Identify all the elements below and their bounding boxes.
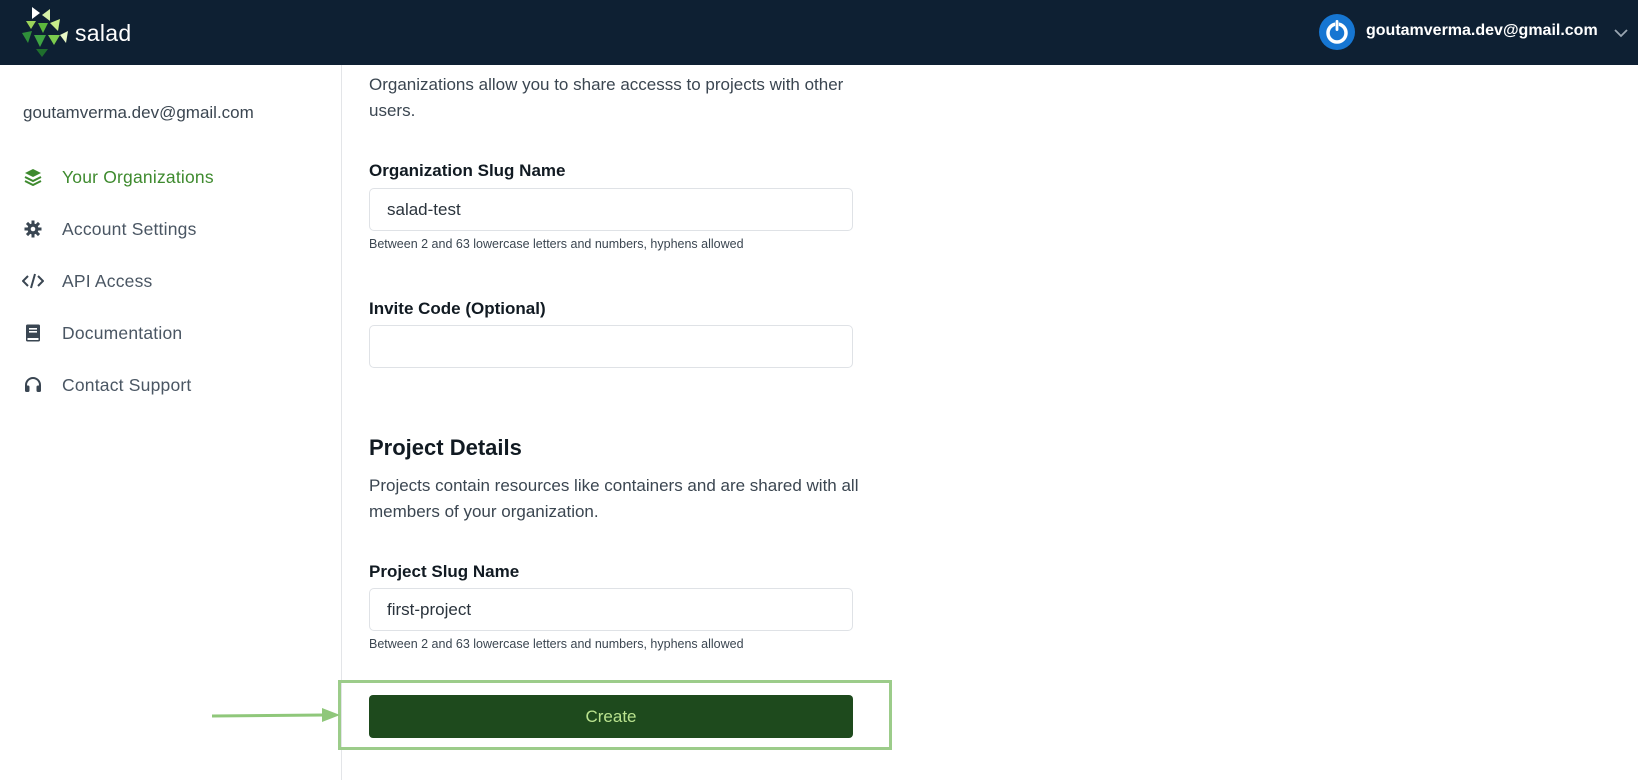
project-details-title: Project Details [369,435,522,460]
create-button[interactable]: Create [369,695,853,738]
layers-icon [22,166,44,188]
sidebar-item-label: API Access [62,270,153,291]
sidebar-item-label: Documentation [62,322,183,343]
project-slug-label: Project Slug Name [369,562,520,581]
book-icon [22,322,44,344]
chevron-down-icon[interactable] [1612,24,1630,42]
sidebar-item-account-settings[interactable]: Account Settings [22,215,322,243]
sidebar-item-label: Contact Support [62,374,192,395]
invite-code-input[interactable] [369,325,853,368]
organization-slug-input[interactable] [369,188,853,231]
sidebar-item-documentation[interactable]: Documentation [22,319,322,347]
project-slug-hint: Between 2 and 63 lowercase letters and n… [369,637,744,651]
sidebar-item-label: Account Settings [62,218,197,239]
salad-logo-icon[interactable] [22,5,68,57]
headset-icon [22,374,44,396]
organization-slug-label: Organization Slug Name [369,161,566,180]
pointer-arrow-icon [212,708,340,722]
user-email[interactable]: goutamverma.dev@gmail.com [1366,22,1598,40]
project-description: Projects contain resources like containe… [369,476,859,521]
organization-description: Organizations allow you to share accesss… [369,75,844,120]
sidebar-item-your-organizations[interactable]: Your Organizations [22,163,322,191]
code-icon [22,270,44,292]
invite-code-label: Invite Code (Optional) [369,299,546,318]
gear-icon [22,218,44,240]
top-bar: salad goutamverma.dev@gmail.com [0,0,1638,65]
sidebar-item-api-access[interactable]: API Access [22,267,322,295]
sidebar-item-label: Your Organizations [62,166,214,187]
sidebar-account-email: goutamverma.dev@gmail.com [23,103,254,122]
organization-slug-hint: Between 2 and 63 lowercase letters and n… [369,237,744,251]
sidebar: goutamverma.dev@gmail.com Your Organizat… [0,65,342,780]
brand-name: salad [75,20,132,46]
project-slug-input[interactable] [369,588,853,631]
sidebar-item-contact-support[interactable]: Contact Support [22,371,322,399]
user-avatar-icon[interactable] [1318,13,1356,51]
